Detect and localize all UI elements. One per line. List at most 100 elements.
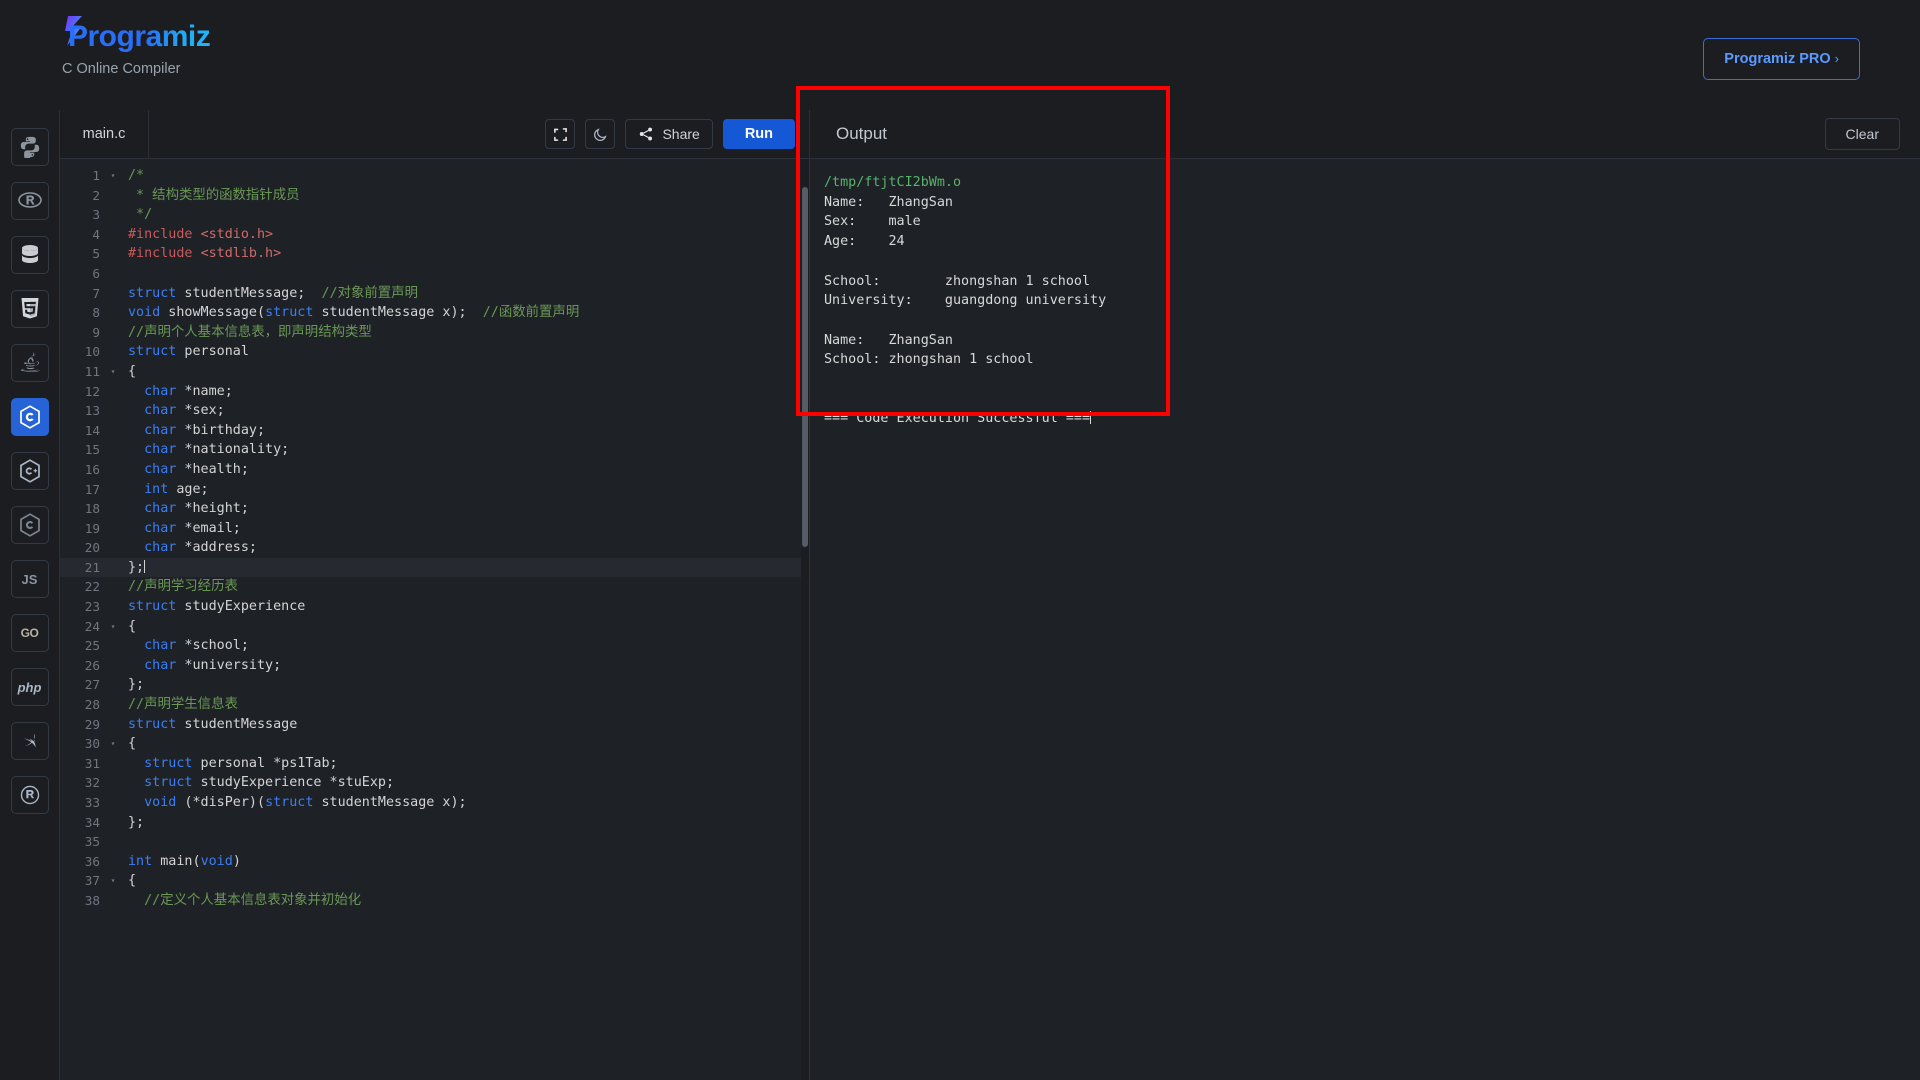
line-number: 18 — [84, 501, 100, 517]
programiz-logo[interactable]: Programiz — [62, 16, 211, 53]
line-number: 15 — [84, 442, 100, 458]
run-button[interactable]: Run — [722, 119, 795, 149]
sidebar-item-c[interactable] — [10, 398, 49, 436]
rust-icon — [20, 785, 39, 805]
output-line: Age: 24 — [824, 234, 905, 250]
sidebar-item-python[interactable] — [10, 128, 49, 166]
line-number: 7 — [92, 285, 100, 301]
language-sidebar: JS GO php — [0, 110, 60, 1080]
line-number: 29 — [84, 716, 100, 732]
sidebar-item-csharp[interactable] — [10, 506, 49, 544]
code-line: 4 #include <stdio.h> — [60, 225, 809, 245]
line-number: 17 — [84, 481, 100, 497]
output-object-path: /tmp/ftjtCI2bWm.o — [824, 175, 962, 190]
output-line: Name: ZhangSan — [824, 332, 953, 348]
line-number: 19 — [84, 520, 100, 536]
line-number: 1 — [92, 168, 100, 183]
sidebar-item-java[interactable] — [10, 344, 49, 382]
code-editor[interactable]: 1 ▾/* 2 * 结构类型的函数指针成员 3 */4 #include <stdio.… — [60, 159, 809, 1080]
brand: Programiz C Online Compiler — [62, 16, 211, 77]
pro-label: Programiz PRO — [1724, 51, 1831, 67]
code-text: char *name; — [144, 383, 233, 399]
line-number: 16 — [84, 461, 100, 477]
code-line: 37 ▾ { — [60, 871, 809, 891]
line-number: 37 — [84, 873, 100, 889]
editor-scrollbar-thumb[interactable] — [802, 187, 808, 547]
sidebar-item-swift[interactable] — [10, 722, 49, 760]
fullscreen-button[interactable] — [545, 119, 576, 149]
fold-toggle-icon[interactable]: ▾ — [106, 871, 120, 891]
code-text: //声明学习经历表 — [128, 579, 238, 595]
editor-scrollbar[interactable] — [801, 159, 809, 1080]
sidebar-item-html[interactable] — [10, 290, 49, 328]
sidebar-item-go[interactable]: GO — [10, 614, 49, 652]
main-area: JS GO php main.c Share Run 1 ▾ /* 2 * 结构… — [0, 110, 1920, 1080]
fold-toggle-icon[interactable]: ▾ — [106, 617, 120, 637]
code-text: struct studyExperience *stuExp; — [144, 775, 395, 791]
code-line: 36 int main(void) — [60, 852, 809, 872]
share-icon — [640, 127, 653, 141]
line-number: 2 — [92, 187, 100, 203]
fold-toggle-icon[interactable]: ▾ — [106, 166, 120, 186]
chevron-right-icon: › — [1834, 51, 1839, 66]
sidebar-item-rust[interactable] — [10, 776, 49, 814]
line-number: 24 — [84, 618, 100, 634]
code-text: */ — [128, 207, 153, 223]
line-number: 28 — [84, 697, 100, 713]
line-number: 20 — [84, 540, 100, 556]
code-text: struct studyExperience — [128, 599, 306, 615]
programiz-pro-button[interactable]: Programiz PRO › — [1703, 38, 1860, 80]
java-icon — [20, 352, 40, 373]
code-line: 15 char *nationality; — [60, 440, 809, 460]
line-number: 11 — [84, 363, 100, 379]
code-text: char *address; — [144, 540, 257, 556]
code-text: { — [128, 736, 137, 752]
line-number: 31 — [84, 755, 100, 771]
output-line: === Code Execution Successful === — [824, 411, 1091, 427]
tab-main-c[interactable]: main.c — [60, 110, 149, 158]
share-label: Share — [662, 126, 700, 142]
js-icon: JS — [21, 571, 38, 587]
code-text: char *health; — [144, 461, 249, 477]
code-lines[interactable]: 1 ▾/* 2 * 结构类型的函数指针成员 3 */4 #include <stdio.… — [60, 159, 809, 911]
code-line: 33 void (*disPer)(struct studentMessage … — [60, 793, 809, 813]
code-line: 9 //声明个人基本信息表，即声明结构类型 — [60, 323, 809, 343]
line-number: 8 — [92, 305, 100, 321]
code-line: 26 char *university; — [60, 656, 809, 676]
line-number: 36 — [84, 853, 100, 869]
sidebar-item-javascript[interactable]: JS — [10, 560, 49, 598]
code-line: 28 //声明学生信息表 — [60, 695, 809, 715]
fold-toggle-icon[interactable]: ▾ — [106, 734, 120, 754]
fold-toggle-icon[interactable]: ▾ — [106, 362, 120, 382]
code-line: 5 #include <stdlib.h> — [60, 244, 809, 264]
line-number: 30 — [84, 736, 100, 752]
editor-toolbar: main.c Share Run — [60, 110, 809, 159]
code-line: 20 char *address; — [60, 538, 809, 558]
code-text: //定义个人基本信息表对象并初始化 — [144, 892, 362, 908]
output-body[interactable]: /tmp/ftjtCI2bWm.o Name: ZhangSan Sex: ma… — [810, 159, 1920, 1080]
python-icon — [20, 136, 39, 158]
editor-column: main.c Share Run 1 ▾ /* 2 * 结构类型的函数指针成员 … — [60, 110, 810, 1080]
code-text: char *sex; — [144, 403, 225, 419]
output-toolbar: Output Clear — [810, 110, 1920, 159]
code-line: 21}; — [60, 557, 809, 578]
code-line: 3 */ — [60, 205, 809, 225]
code-text: char *height; — [144, 501, 249, 517]
sidebar-item-r[interactable] — [10, 182, 49, 220]
brand-name: Programiz — [68, 20, 211, 53]
sidebar-item-sql[interactable] — [10, 236, 49, 274]
code-text: char *email; — [144, 520, 241, 536]
go-icon: GO — [20, 626, 39, 640]
code-text: char *school; — [144, 638, 249, 654]
clear-button[interactable]: Clear — [1824, 118, 1900, 150]
sidebar-item-php[interactable]: php — [10, 668, 49, 706]
moon-icon — [594, 127, 607, 141]
sidebar-item-cpp[interactable] — [10, 452, 49, 490]
line-number: 35 — [84, 834, 100, 850]
code-line: 14 char *birthday; — [60, 421, 809, 441]
line-number: 33 — [84, 795, 100, 810]
theme-toggle-button[interactable] — [585, 119, 616, 149]
code-line: 30 ▾ { — [60, 734, 809, 754]
line-number: 34 — [84, 814, 100, 830]
share-button[interactable]: Share — [625, 119, 713, 149]
